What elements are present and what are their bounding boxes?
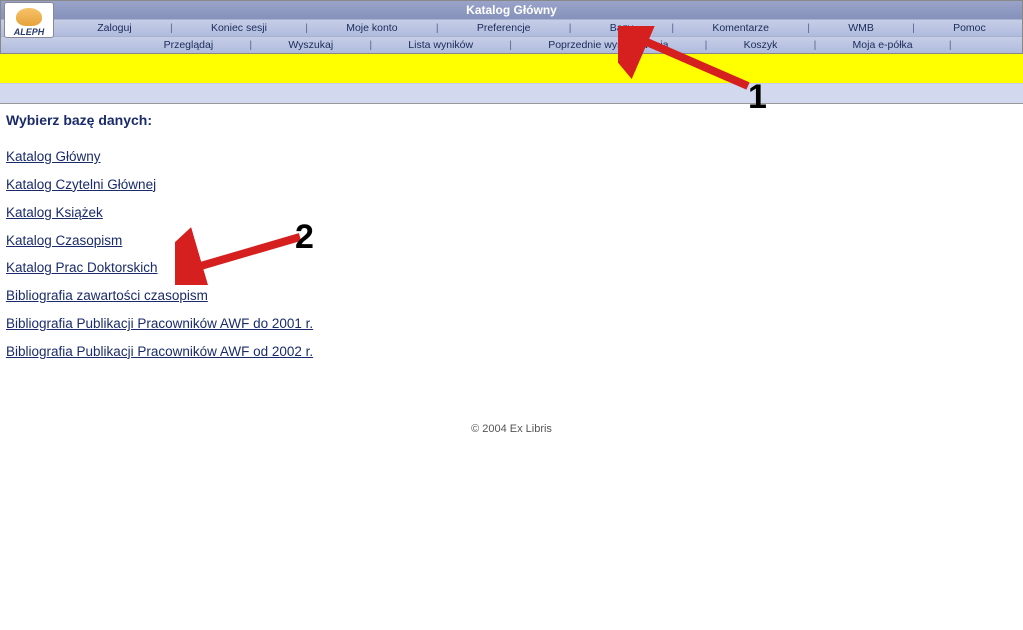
nav-pomoc[interactable]: Pomoc bbox=[917, 22, 1022, 34]
yellow-banner bbox=[0, 54, 1023, 84]
database-list: Katalog Główny Katalog Czytelni Głównej … bbox=[6, 150, 1017, 373]
logo-sun-icon bbox=[16, 8, 42, 26]
db-link-bibliografia-zawartosci[interactable]: Bibliografia zawartości czasopism bbox=[6, 289, 208, 304]
nav-koszyk[interactable]: Koszyk bbox=[709, 39, 811, 51]
nav-przegladaj[interactable]: Przeglądaj bbox=[129, 39, 247, 51]
db-link-ksiazek[interactable]: Katalog Książek bbox=[6, 206, 103, 221]
db-link-czytelni-glownej[interactable]: Katalog Czytelni Głównej bbox=[6, 178, 156, 193]
nav-row-1: Zaloguj| Koniec sesji| Moje konto| Prefe… bbox=[1, 19, 1022, 36]
logo-text: ALEPH bbox=[14, 27, 45, 37]
db-link-katalog-glowny[interactable]: Katalog Główny bbox=[6, 150, 101, 165]
nav-moja-epolka[interactable]: Moja e-półka bbox=[818, 39, 947, 51]
db-link-bibliografia-od-2002[interactable]: Bibliografia Publikacji Pracowników AWF … bbox=[6, 345, 313, 360]
title-bar: Katalog Główny bbox=[1, 1, 1022, 19]
content: Wybierz bazę danych: Katalog Główny Kata… bbox=[0, 104, 1023, 435]
db-link-czasopism[interactable]: Katalog Czasopism bbox=[6, 234, 122, 249]
heading-select-db: Wybierz bazę danych: bbox=[6, 112, 1017, 128]
nav-wyszukaj[interactable]: Wyszukaj bbox=[254, 39, 367, 51]
page-title: Katalog Główny bbox=[466, 3, 557, 17]
db-link-prac-doktorskich[interactable]: Katalog Prac Doktorskich bbox=[6, 261, 158, 276]
nav-komentarze[interactable]: Komentarze bbox=[676, 22, 805, 34]
nav-bazy[interactable]: Bazy bbox=[574, 22, 670, 34]
nav-koniec-sesji[interactable]: Koniec sesji bbox=[175, 22, 304, 34]
header: ALEPH Katalog Główny Zaloguj| Koniec ses… bbox=[0, 0, 1023, 54]
nav-zaloguj[interactable]: Zaloguj bbox=[61, 22, 168, 34]
aleph-logo[interactable]: ALEPH bbox=[4, 2, 54, 38]
nav-wmb[interactable]: WMB bbox=[812, 22, 910, 34]
nav-preferencje[interactable]: Preferencje bbox=[441, 22, 567, 34]
nav-row-2: Przeglądaj| Wyszukaj| Lista wyników| Pop… bbox=[1, 36, 1022, 53]
nav-moje-konto[interactable]: Moje konto bbox=[310, 22, 434, 34]
lavender-strip bbox=[0, 84, 1023, 104]
nav-poprzednie-wyszukiwania[interactable]: Poprzednie wyszukiwania bbox=[514, 39, 703, 51]
nav-lista-wynikow[interactable]: Lista wyników bbox=[374, 39, 507, 51]
footer-copyright: © 2004 Ex Libris bbox=[6, 423, 1017, 435]
db-link-bibliografia-do-2001[interactable]: Bibliografia Publikacji Pracowników AWF … bbox=[6, 317, 313, 332]
